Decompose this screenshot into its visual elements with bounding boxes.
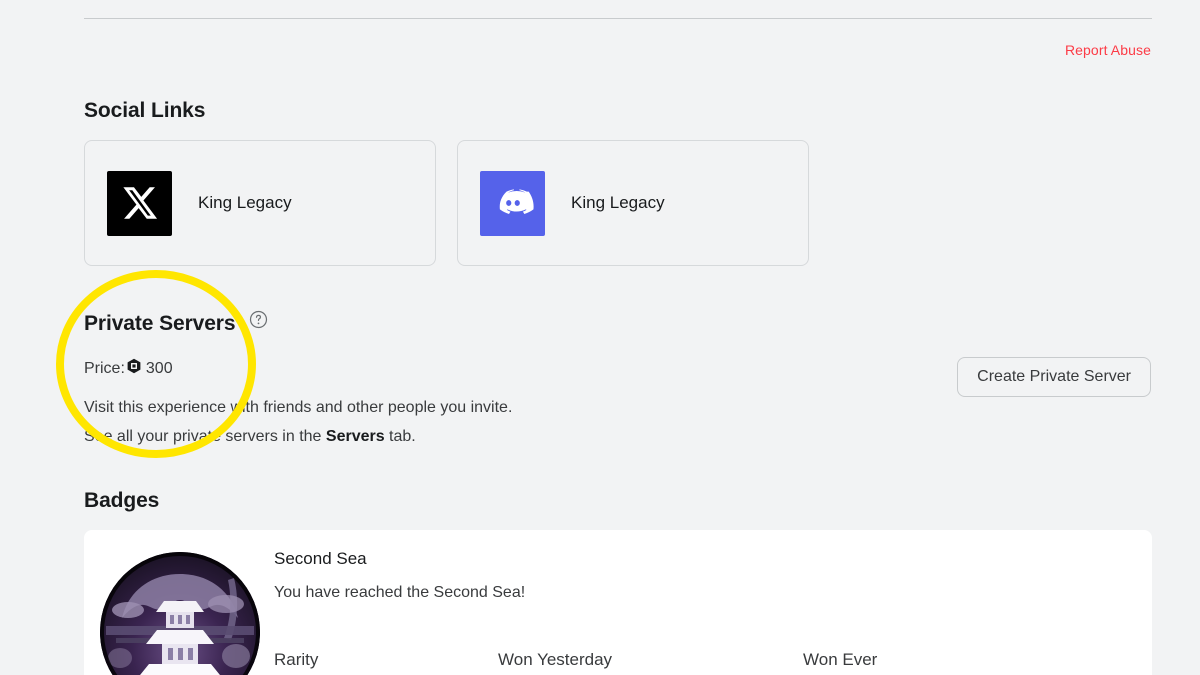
price-value: 300 [145, 359, 173, 377]
description-line2-prefix: See all your private servers in the [84, 428, 326, 445]
private-servers-heading-text: Private Servers [84, 312, 236, 336]
description-line2-suffix: tab. [384, 428, 416, 445]
create-private-server-button[interactable]: Create Private Server [957, 357, 1151, 397]
question-mark-circle-icon[interactable] [249, 310, 268, 335]
badge-thumbnail-image [100, 552, 260, 675]
badge-list-item[interactable]: Second Sea You have reached the Second S… [84, 530, 1152, 675]
private-servers-description-line1: Visit this experience with friends and o… [84, 399, 513, 416]
robux-icon [126, 358, 142, 379]
report-abuse-link[interactable]: Report Abuse [1065, 42, 1151, 58]
servers-tab-emphasis: Servers [325, 428, 385, 445]
experience-details-page: Report Abuse Social Links King Legacy Ki… [0, 0, 1200, 675]
section-divider [84, 18, 1152, 19]
badge-description: You have reached the Second Sea! [274, 584, 526, 601]
badge-name: Second Sea [274, 549, 367, 568]
price-label: Price: [84, 359, 125, 377]
discord-icon [480, 170, 545, 236]
badge-stat-header-won-ever: Won Ever [803, 650, 878, 669]
social-link-card-x[interactable]: King Legacy [84, 140, 436, 266]
social-link-card-discord[interactable]: King Legacy [457, 140, 809, 266]
social-link-label: King Legacy [198, 193, 292, 212]
social-link-label: King Legacy [571, 193, 665, 212]
social-links-heading: Social Links [84, 99, 206, 122]
private-servers-heading: Private Servers [84, 310, 268, 337]
badge-stat-header-rarity: Rarity [274, 650, 319, 669]
badges-heading: Badges [84, 489, 160, 512]
x-twitter-icon [107, 170, 172, 236]
private-server-price: Price: 300 [84, 358, 173, 379]
private-servers-description-line2: See all your private servers in the Serv… [84, 422, 512, 451]
badge-stat-header-won-yesterday: Won Yesterday [498, 650, 613, 669]
social-links-list: King Legacy King Legacy [84, 140, 809, 266]
badge-stats-header-row: Rarity Won Yesterday Won Ever [274, 650, 1134, 670]
private-servers-description: Visit this experience with friends and o… [84, 393, 512, 451]
